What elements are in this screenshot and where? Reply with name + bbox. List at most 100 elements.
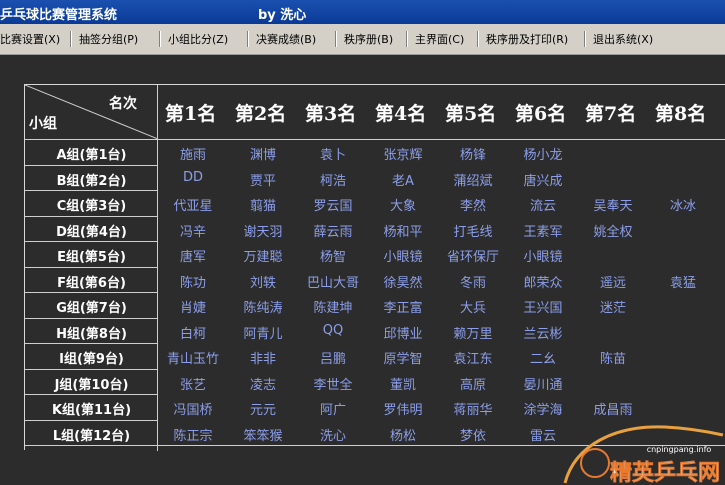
menu-exit[interactable]: 退出系统(X) [593, 31, 653, 47]
player-cell[interactable]: 施雨 [158, 144, 228, 163]
player-cell[interactable]: QQ [298, 323, 368, 338]
player-cell[interactable]: 张京辉 [368, 144, 438, 163]
column-header: 第5名 [445, 103, 497, 125]
menu-program-print[interactable]: 秩序册及打印(R) [486, 31, 568, 47]
player-cell[interactable]: 流云 [508, 195, 578, 214]
player-cell[interactable]: 袁江东 [438, 348, 508, 367]
player-cell[interactable]: 肖婕 [158, 297, 228, 316]
player-cell[interactable]: 老A [368, 170, 438, 189]
player-cell[interactable]: 罗伟明 [368, 399, 438, 418]
menu-main-screen[interactable]: 主界面(C) [415, 31, 464, 47]
player-cell[interactable]: 兰云彬 [508, 323, 578, 342]
player-cell[interactable]: 杨锋 [438, 144, 508, 163]
player-cell[interactable]: 非非 [228, 348, 298, 367]
player-cell[interactable]: 袁猛 [648, 272, 718, 291]
player-cell[interactable]: 刘轶 [228, 272, 298, 291]
player-cell[interactable]: 董凯 [368, 374, 438, 393]
player-cell[interactable]: 冯辛 [158, 221, 228, 240]
player-cell[interactable]: 陈正宗 [158, 425, 228, 444]
player-cell[interactable]: 罗云国 [298, 195, 368, 214]
player-cell[interactable]: 王素军 [508, 221, 578, 240]
player-cell[interactable]: 陈苗 [578, 348, 648, 367]
player-cell[interactable]: 梦依 [438, 425, 508, 444]
player-cell[interactable]: 李然 [438, 195, 508, 214]
player-cell[interactable]: 杨小龙 [508, 144, 578, 163]
row-group-label: G组(第7台) [56, 301, 127, 316]
player-cell[interactable]: 唐兴成 [508, 170, 578, 189]
player-cell[interactable]: 贾平 [228, 170, 298, 189]
row-group-label: C组(第3台) [56, 199, 127, 214]
player-cell[interactable]: 青山玉竹 [158, 348, 228, 367]
column-header: 第3名 [305, 103, 357, 125]
player-cell[interactable]: 遥远 [578, 272, 648, 291]
player-cell[interactable]: 迷茫 [578, 297, 648, 316]
player-cell[interactable]: 杨和平 [368, 221, 438, 240]
player-cell[interactable]: 阿广 [298, 399, 368, 418]
player-cell[interactable]: 李正富 [368, 297, 438, 316]
player-cell[interactable]: 阿青儿 [228, 323, 298, 342]
player-cell[interactable]: 洗心 [298, 425, 368, 444]
player-cell[interactable]: 冰冰 [648, 195, 718, 214]
player-cell[interactable]: 杨智 [298, 246, 368, 265]
player-cell[interactable]: 凌志 [228, 374, 298, 393]
player-cell[interactable]: 袁卜 [298, 144, 368, 163]
column-header: 第6名 [515, 103, 567, 125]
player-cell[interactable]: 郎荣众 [508, 272, 578, 291]
player-cell[interactable]: 渊博 [228, 144, 298, 163]
player-cell[interactable]: 李世全 [298, 374, 368, 393]
player-cell[interactable]: 徐昊然 [368, 272, 438, 291]
menu-draw-groups[interactable]: 抽签分组(P) [79, 31, 138, 47]
row-group-label: J组(第10台) [54, 377, 129, 393]
player-cell[interactable]: 高原 [438, 374, 508, 393]
player-cell[interactable]: 蒲绍斌 [438, 170, 508, 189]
player-cell[interactable]: 姚全权 [578, 221, 648, 240]
table-gridline [25, 139, 725, 140]
menu-separator [159, 31, 161, 47]
player-cell[interactable]: 吴奉天 [578, 195, 648, 214]
player-cell[interactable]: 邱博业 [368, 323, 438, 342]
player-cell[interactable]: 翦猫 [228, 195, 298, 214]
table-gridline [25, 369, 158, 370]
player-cell[interactable]: 谢天羽 [228, 221, 298, 240]
player-cell[interactable]: 代亚星 [158, 195, 228, 214]
menu-separator [584, 31, 586, 47]
menu-match-settings[interactable]: 比赛设置(X) [0, 31, 60, 47]
player-cell[interactable]: 冬雨 [438, 272, 508, 291]
player-cell[interactable]: 白柯 [158, 323, 228, 342]
player-cell[interactable]: 小眼镜 [508, 246, 578, 265]
player-cell[interactable]: 王兴国 [508, 297, 578, 316]
player-cell[interactable]: 打毛线 [438, 221, 508, 240]
player-cell[interactable]: 晏川通 [508, 374, 578, 393]
player-cell[interactable]: 陈纯涛 [228, 297, 298, 316]
player-cell[interactable]: DD [158, 170, 228, 185]
player-cell[interactable]: 小眼镜 [368, 246, 438, 265]
player-cell[interactable]: 吕鹏 [298, 348, 368, 367]
player-cell[interactable]: 笨笨猴 [228, 425, 298, 444]
player-cell[interactable]: 薛云雨 [298, 221, 368, 240]
player-cell[interactable]: 陈建坤 [298, 297, 368, 316]
row-group-label: I组(第9台) [59, 352, 124, 367]
player-cell[interactable]: 省环保厅 [438, 246, 508, 265]
player-cell[interactable]: 大象 [368, 195, 438, 214]
player-cell[interactable]: 元元 [228, 399, 298, 418]
player-cell[interactable]: 杨松 [368, 425, 438, 444]
player-cell[interactable]: 唐军 [158, 246, 228, 265]
player-cell[interactable]: 柯浩 [298, 170, 368, 189]
player-cell[interactable]: 赖万里 [438, 323, 508, 342]
player-cell[interactable]: 万建聪 [228, 246, 298, 265]
player-cell[interactable]: 原学智 [368, 348, 438, 367]
table-gridline [25, 267, 158, 268]
player-cell[interactable]: 大兵 [438, 297, 508, 316]
menu-group-scores[interactable]: 小组比分(Z) [168, 31, 228, 47]
player-cell[interactable]: 张艺 [158, 374, 228, 393]
menu-program-book[interactable]: 秩序册(B) [344, 31, 393, 47]
column-header: 第2名 [235, 103, 287, 125]
player-cell[interactable]: 蒋丽华 [438, 399, 508, 418]
player-cell[interactable]: 二幺 [508, 348, 578, 367]
column-header: 第1名 [165, 103, 217, 125]
watermark-logo: cnpingpang.info 精英乒乓网 [563, 425, 724, 485]
player-cell[interactable]: 冯国桥 [158, 399, 228, 418]
player-cell[interactable]: 陈功 [158, 272, 228, 291]
player-cell[interactable]: 巴山大哥 [298, 272, 368, 291]
menu-final-results[interactable]: 决赛成绩(B) [256, 31, 316, 47]
